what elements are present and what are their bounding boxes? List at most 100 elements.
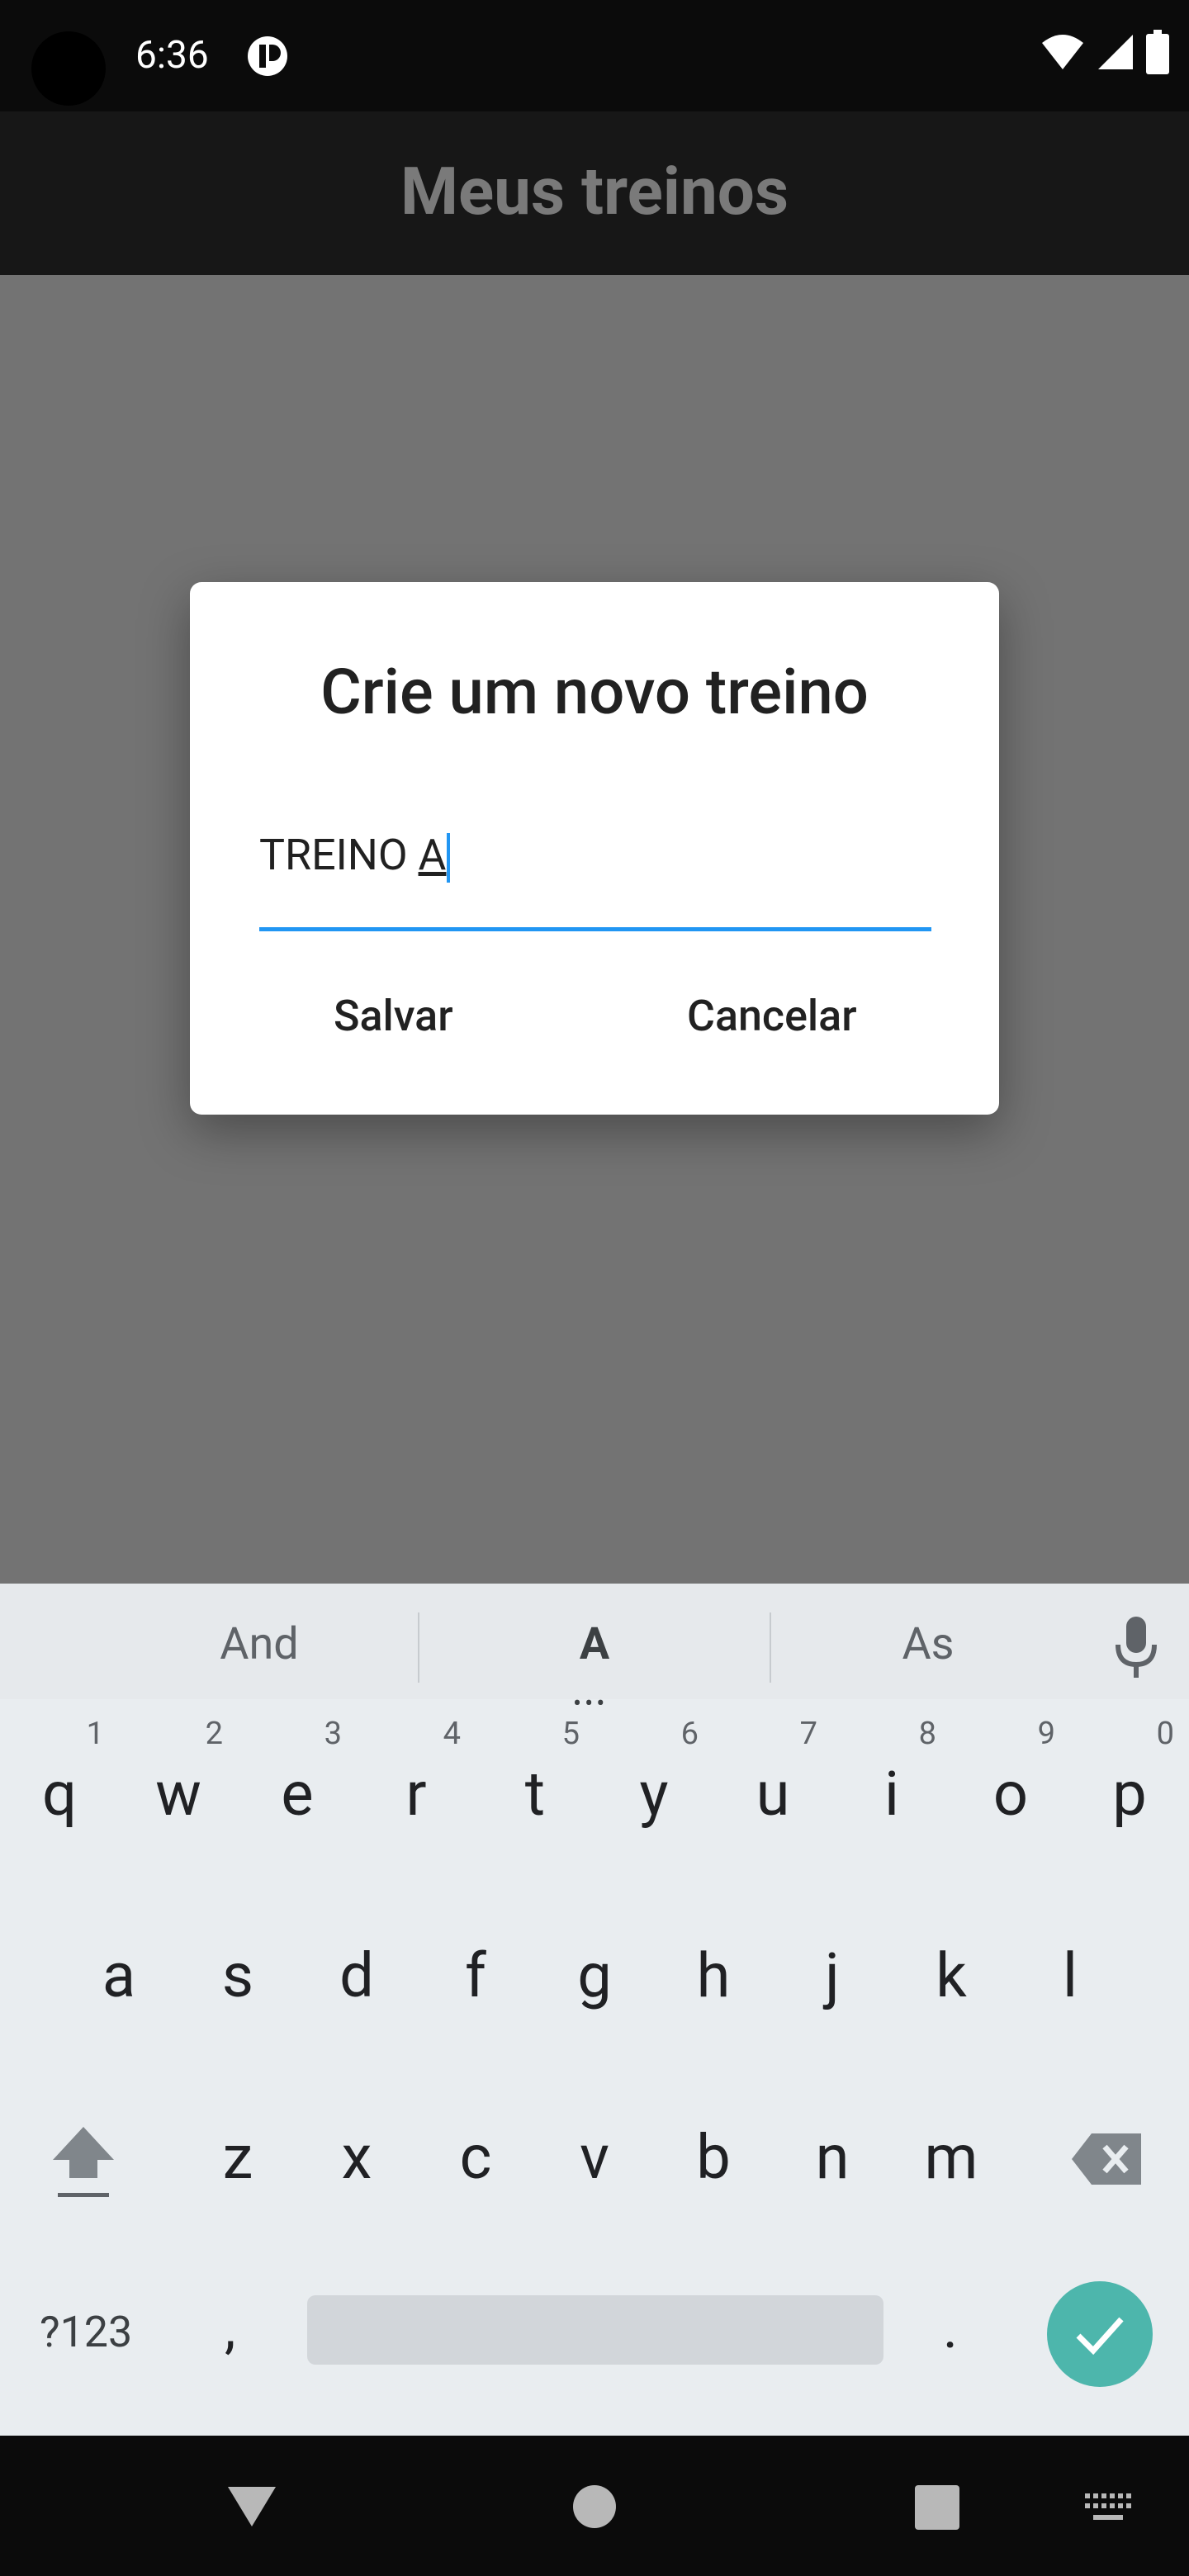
- cancel-button[interactable]: Cancelar: [687, 991, 857, 1041]
- period-key[interactable]: .: [943, 2295, 958, 2361]
- key-a[interactable]: a: [59, 1897, 178, 2062]
- key-c[interactable]: c: [416, 2079, 535, 2244]
- symbols-key[interactable]: ?123: [40, 2307, 132, 2357]
- key-s[interactable]: s: [178, 1897, 297, 2062]
- key-w[interactable]: 2w: [119, 1716, 238, 1881]
- key-p[interactable]: 0p: [1070, 1716, 1189, 1881]
- key-label: e: [281, 1759, 314, 1830]
- key-hint: 6: [680, 1716, 699, 1752]
- key-hint: 5: [561, 1716, 580, 1752]
- cell-signal-icon: [1098, 35, 1133, 69]
- suggestion-left[interactable]: And: [135, 1618, 383, 1670]
- keyboard-switch-icon[interactable]: [1083, 2492, 1133, 2525]
- camera-cutout: [31, 31, 106, 106]
- back-icon[interactable]: [223, 2475, 281, 2533]
- input-value-prefix: TREINO: [259, 830, 419, 880]
- input-underline: [259, 927, 931, 931]
- key-v[interactable]: v: [535, 2079, 654, 2244]
- key-f[interactable]: f: [416, 1897, 535, 2062]
- home-icon[interactable]: [573, 2485, 616, 2528]
- key-label: b: [696, 2122, 731, 2194]
- text-caret: [447, 833, 451, 883]
- key-q[interactable]: 1q: [0, 1716, 119, 1881]
- key-hint: 8: [918, 1716, 936, 1752]
- new-workout-dialog: Crie um novo treino TREINO A Salvar Canc…: [190, 582, 999, 1115]
- key-label: y: [639, 1759, 669, 1830]
- wifi-icon: [1042, 35, 1083, 69]
- dialog-title: Crie um novo treino: [320, 655, 869, 729]
- suggestion-right[interactable]: As: [804, 1618, 1052, 1670]
- suggestion-divider: [770, 1612, 771, 1683]
- workout-name-input[interactable]: TREINO A: [259, 830, 931, 937]
- backspace-icon[interactable]: [1070, 2130, 1144, 2188]
- key-b[interactable]: b: [654, 2079, 773, 2244]
- key-label: x: [341, 2122, 372, 2194]
- key-hint: 7: [799, 1716, 817, 1752]
- input-composing-text: A: [418, 830, 447, 880]
- app-notification-icon: [248, 36, 287, 76]
- status-bar: 6:36: [0, 0, 1189, 111]
- save-button[interactable]: Salvar: [334, 991, 453, 1041]
- key-label: u: [756, 1759, 790, 1830]
- key-h[interactable]: h: [654, 1897, 773, 2062]
- key-label: o: [992, 1759, 1029, 1830]
- check-icon: [1076, 2317, 1124, 2356]
- key-label: k: [936, 1940, 967, 2012]
- page-title: Meus treinos: [400, 153, 789, 230]
- soft-keyboard: And A ••• As 1q2w3e4r5t6y7u8i9o0p asdfgh…: [0, 1584, 1189, 2436]
- key-z[interactable]: z: [178, 2079, 297, 2244]
- key-hint: 1: [86, 1716, 104, 1752]
- suggestion-center[interactable]: A: [471, 1618, 718, 1670]
- enter-key[interactable]: [1047, 2281, 1153, 2387]
- input-value[interactable]: TREINO A: [259, 830, 451, 883]
- key-u[interactable]: 7u: [713, 1716, 832, 1881]
- key-d[interactable]: d: [297, 1897, 416, 2062]
- key-m[interactable]: m: [892, 2079, 1011, 2244]
- key-g[interactable]: g: [535, 1897, 654, 2062]
- status-icons: [1040, 30, 1169, 74]
- space-bar[interactable]: [307, 2295, 883, 2365]
- comma-key[interactable]: ,: [225, 2295, 235, 2361]
- key-label: a: [102, 1940, 136, 2012]
- key-label: h: [696, 1940, 731, 2012]
- key-label: p: [1112, 1759, 1147, 1830]
- key-o[interactable]: 9o: [951, 1716, 1070, 1881]
- key-j[interactable]: j: [773, 1897, 892, 2062]
- key-label: t: [524, 1759, 546, 1830]
- shift-icon[interactable]: [46, 2120, 121, 2203]
- suggestion-divider: [418, 1612, 419, 1683]
- key-y[interactable]: 6y: [594, 1716, 713, 1881]
- key-n[interactable]: n: [773, 2079, 892, 2244]
- key-label: q: [41, 1759, 78, 1830]
- key-label: m: [924, 2122, 978, 2194]
- key-hint: 0: [1156, 1716, 1174, 1752]
- app-bar: Meus treinos: [0, 111, 1189, 275]
- key-label: v: [580, 2122, 609, 2194]
- key-l[interactable]: l: [1011, 1897, 1130, 2062]
- key-label: w: [155, 1759, 201, 1830]
- key-label: d: [339, 1940, 374, 2012]
- key-label: c: [459, 2122, 492, 2194]
- suggestion-strip: And A ••• As: [0, 1584, 1189, 1718]
- key-i[interactable]: 8i: [832, 1716, 951, 1881]
- key-x[interactable]: x: [297, 2079, 416, 2244]
- more-suggestions-dots[interactable]: •••: [573, 1689, 608, 1718]
- key-t[interactable]: 5t: [476, 1716, 594, 1881]
- key-hint: 3: [324, 1716, 342, 1752]
- key-hint: 9: [1037, 1716, 1055, 1752]
- key-r[interactable]: 4r: [357, 1716, 476, 1881]
- battery-icon: [1146, 30, 1169, 74]
- navigation-bar: [0, 2436, 1189, 2576]
- key-k[interactable]: k: [892, 1897, 1011, 2062]
- key-label: g: [577, 1940, 612, 2012]
- microphone-icon[interactable]: [1111, 1615, 1161, 1681]
- key-label: f: [465, 1940, 486, 2012]
- status-time: 6:36: [135, 33, 209, 78]
- recents-icon[interactable]: [915, 2485, 959, 2530]
- key-label: l: [1063, 1940, 1078, 2012]
- key-e[interactable]: 3e: [238, 1716, 357, 1881]
- key-label: r: [405, 1759, 427, 1830]
- key-label: i: [884, 1759, 899, 1830]
- key-label: n: [815, 2122, 850, 2194]
- key-hint: 4: [443, 1716, 461, 1752]
